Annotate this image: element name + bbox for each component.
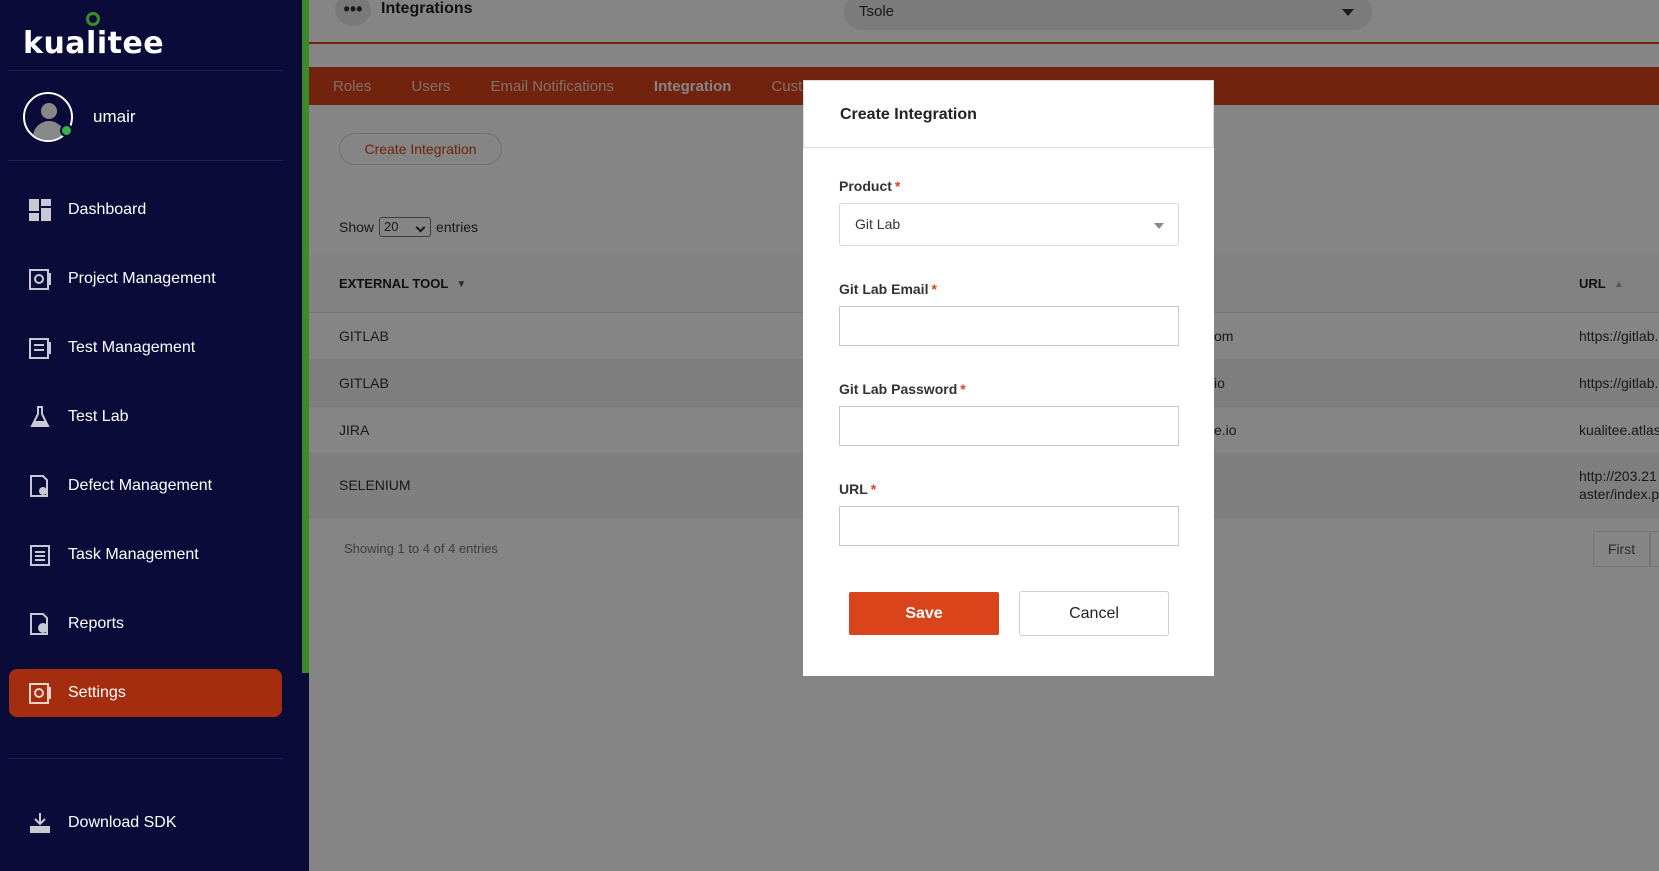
divider — [8, 758, 283, 759]
modal-title: Create Integration — [803, 80, 1214, 148]
sidebar-item-label: Project Management — [68, 270, 216, 287]
sidebar-item-label: Test Management — [68, 339, 196, 356]
required-mark: * — [960, 381, 966, 397]
reports-icon — [28, 611, 52, 637]
sidebar-accent-strip — [302, 0, 309, 673]
download-sdk-link[interactable]: Download SDK — [9, 799, 282, 847]
product-label: Product * — [839, 178, 900, 194]
online-status-icon — [60, 124, 73, 137]
email-label-text: Git Lab Email — [839, 281, 929, 297]
product-label-text: Product — [839, 178, 892, 194]
sidebar-item-task-management[interactable]: Task Management — [9, 531, 282, 579]
product-select[interactable]: Git Lab — [839, 203, 1179, 246]
dashboard-icon — [28, 197, 52, 223]
product-select-value: Git Lab — [855, 216, 901, 232]
sidebar-item-reports[interactable]: Reports — [9, 600, 282, 648]
flask-icon — [28, 404, 52, 430]
sidebar-item-label: Settings — [68, 684, 126, 701]
create-integration-modal: Create Integration Product * Git Lab Git … — [803, 80, 1214, 676]
sidebar-item-project-management[interactable]: Project Management — [9, 255, 282, 303]
required-mark: * — [931, 281, 937, 297]
sidebar-item-test-lab[interactable]: Test Lab — [9, 393, 282, 441]
user-name: umair — [93, 107, 136, 126]
password-label: Git Lab Password * — [839, 381, 966, 397]
required-mark: * — [894, 178, 901, 194]
download-sdk-label: Download SDK — [68, 814, 177, 831]
chevron-down-icon — [1154, 223, 1164, 229]
user-profile[interactable]: umair — [23, 92, 136, 142]
divider — [8, 160, 283, 161]
url-label-text: URL — [839, 481, 868, 497]
sidebar-item-defect-management[interactable]: Defect Management — [9, 462, 282, 510]
sidebar-item-dashboard[interactable]: Dashboard — [9, 186, 282, 234]
sidebar-item-label: Test Lab — [68, 408, 129, 425]
divider — [8, 70, 283, 71]
sidebar-item-settings[interactable]: Settings — [9, 669, 282, 717]
test-management-icon — [28, 335, 52, 361]
logo-dot-icon — [86, 12, 100, 26]
sidebar-item-label: Dashboard — [68, 201, 147, 218]
task-icon — [28, 542, 52, 568]
required-mark: * — [870, 481, 877, 497]
url-field[interactable] — [839, 506, 1179, 546]
sidebar: kualitee umair Dashboard Project Managem… — [0, 0, 309, 871]
gitlab-email-field[interactable] — [839, 306, 1179, 346]
defect-icon — [28, 473, 52, 499]
app-logo[interactable]: kualitee — [23, 12, 164, 61]
save-button[interactable]: Save — [849, 592, 999, 635]
download-icon — [28, 810, 52, 836]
sidebar-item-label: Task Management — [68, 546, 199, 563]
email-label: Git Lab Email * — [839, 281, 937, 297]
gitlab-password-field[interactable] — [839, 406, 1179, 446]
sidebar-item-label: Defect Management — [68, 477, 213, 494]
cancel-button[interactable]: Cancel — [1019, 591, 1169, 636]
password-label-text: Git Lab Password — [839, 381, 958, 397]
sidebar-item-label: Reports — [68, 615, 125, 632]
project-management-icon — [28, 266, 52, 292]
logo-text: kualitee — [23, 26, 165, 61]
settings-icon — [28, 680, 52, 706]
url-label: URL * — [839, 481, 876, 497]
sidebar-item-test-management[interactable]: Test Management — [9, 324, 282, 372]
